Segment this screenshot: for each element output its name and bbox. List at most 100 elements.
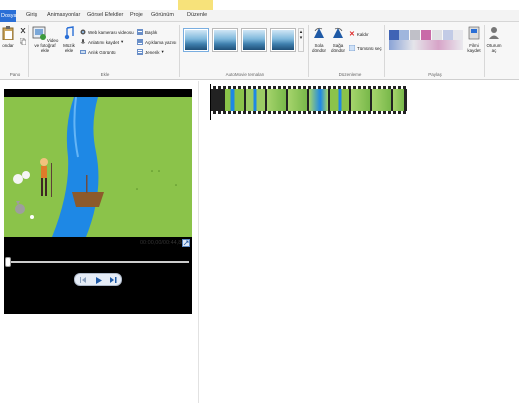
clip-thumbnail xyxy=(267,89,286,111)
webcam-video-button[interactable]: Web kamerası videosu xyxy=(80,29,134,35)
caption-button[interactable]: Açıklama yazısı xyxy=(137,39,177,45)
video-clip[interactable] xyxy=(211,86,407,114)
clip-thumbnail xyxy=(288,89,307,111)
ribbon: ondar Pano Video ve fotoğraf ekle Müzik … xyxy=(0,22,519,80)
group-divider xyxy=(28,25,29,77)
film-add-icon xyxy=(32,26,46,40)
contextual-tab-highlight xyxy=(178,0,213,10)
webcam-video-label: Web kamerası videosu xyxy=(88,29,134,35)
tab-visual-effects[interactable]: Görsel Efektler xyxy=(87,12,123,18)
record-narration-label: Anlatımı kaydet xyxy=(88,39,120,45)
playback-timecode: 00:00,00/00:44,88 xyxy=(140,240,185,246)
share-service-icon[interactable] xyxy=(399,30,409,40)
fullscreen-preview-button[interactable] xyxy=(182,239,190,247)
share-service-icon[interactable] xyxy=(443,30,453,40)
select-all-button[interactable]: Tümünü seç xyxy=(349,45,382,51)
next-frame-button[interactable] xyxy=(109,276,118,284)
previous-frame-button[interactable] xyxy=(79,276,88,284)
title-label: Başlık xyxy=(145,29,158,35)
share-service-icon[interactable] xyxy=(389,30,399,40)
add-music-label: Müzik ekle xyxy=(63,43,75,53)
save-movie-icon xyxy=(468,26,480,40)
snapshot-button[interactable]: Anlık Görüntü xyxy=(80,49,116,55)
remove-button[interactable]: ✕ Kaldır xyxy=(349,30,369,38)
next-frame-icon xyxy=(110,277,117,283)
share-services-gallery[interactable] xyxy=(389,40,463,50)
microphone-icon xyxy=(80,39,86,44)
credits-label: Jenerik xyxy=(145,49,160,55)
record-narration-button[interactable]: Anlatımı kaydet ▾ xyxy=(80,39,123,45)
clip-thumbnail xyxy=(246,89,265,111)
clip-thumbnail xyxy=(351,89,370,111)
cut-icon[interactable] xyxy=(20,28,26,35)
themes-group-label: AutoMovie temaları xyxy=(225,72,265,77)
share-service-icon[interactable] xyxy=(410,30,420,40)
rotate-left-icon xyxy=(314,27,324,38)
rotate-right-icon xyxy=(333,27,343,38)
clip-thumbnail xyxy=(393,89,404,111)
automovie-theme-2[interactable] xyxy=(212,28,238,52)
add-group-label: Ekle xyxy=(100,72,110,77)
themes-gallery-scroll[interactable]: ▴ ▾ xyxy=(298,28,304,52)
previous-frame-icon xyxy=(80,277,86,283)
credits-icon xyxy=(137,49,143,55)
tab-view[interactable]: Görünüm xyxy=(151,12,174,18)
tab-animations[interactable]: Animasyonlar xyxy=(47,12,80,18)
title-icon xyxy=(137,29,143,35)
select-all-label: Tümünü seç xyxy=(357,45,382,51)
chevron-down-icon: ▾ xyxy=(299,35,303,41)
add-video-photo-button[interactable]: Video ve fotoğraf ekle xyxy=(31,26,59,53)
rotate-left-label: Sola döndür xyxy=(311,43,326,53)
play-button[interactable] xyxy=(94,276,103,284)
tab-project[interactable]: Proje xyxy=(130,12,143,18)
theme-thumbnail xyxy=(243,30,265,50)
seek-bar[interactable] xyxy=(6,261,189,263)
copy-icon[interactable] xyxy=(20,38,26,45)
caption-icon xyxy=(137,39,143,45)
clip-thumbnail xyxy=(330,89,349,111)
video-frame xyxy=(4,97,192,237)
user-icon xyxy=(489,27,499,39)
select-all-icon xyxy=(349,45,355,51)
add-video-photo-label: Video ve fotoğraf ekle xyxy=(34,38,59,53)
automovie-theme-4[interactable] xyxy=(270,28,296,52)
title-button[interactable]: Başlık xyxy=(137,29,157,35)
group-divider xyxy=(308,25,309,77)
group-divider xyxy=(484,25,485,77)
paste-label: ondar xyxy=(2,43,14,48)
automovie-theme-3[interactable] xyxy=(241,28,267,52)
share-service-icon[interactable] xyxy=(432,30,442,40)
seek-handle[interactable] xyxy=(5,257,11,267)
rotate-right-button[interactable]: Sağa döndür xyxy=(329,26,347,53)
clip-thumbnail xyxy=(309,89,328,111)
tab-home[interactable]: Giriş xyxy=(26,12,37,18)
paste-button[interactable]: ondar xyxy=(0,26,16,48)
group-divider xyxy=(384,25,385,77)
remove-x-icon: ✕ xyxy=(349,31,355,38)
theme-thumbnail xyxy=(214,30,236,50)
credits-button[interactable]: Jenerik ▾ xyxy=(137,49,164,55)
share-service-icon[interactable] xyxy=(453,30,463,40)
tab-edit[interactable]: Düzenle xyxy=(187,12,207,18)
cartoon-scene-image xyxy=(4,97,192,237)
sign-in-button[interactable]: Oturum aç xyxy=(486,26,502,53)
rotate-left-button[interactable]: Sola döndür xyxy=(310,26,328,53)
add-music-button[interactable]: Müzik ekle xyxy=(61,26,77,53)
share-service-icon[interactable] xyxy=(421,30,431,40)
chevron-down-icon: ▾ xyxy=(161,49,164,54)
chevron-down-icon: ▾ xyxy=(121,39,124,44)
play-icon xyxy=(96,276,102,284)
expand-icon xyxy=(183,240,189,246)
film-sprocket-bottom xyxy=(211,111,407,114)
ribbon-tab-bar: Dosya Giriş Animasyonlar Görsel Efektler… xyxy=(0,10,519,22)
music-note-icon xyxy=(64,26,74,40)
automovie-theme-1[interactable] xyxy=(183,28,209,52)
snapshot-icon xyxy=(80,50,86,54)
group-divider xyxy=(179,25,180,77)
playback-controls xyxy=(74,273,122,286)
movie-maker-window: Dosya Giriş Animasyonlar Görsel Efektler… xyxy=(0,0,519,403)
tab-file[interactable]: Dosya xyxy=(0,10,17,22)
webcam-icon xyxy=(80,29,86,35)
save-movie-label: Filmi kaydet xyxy=(467,43,481,53)
save-movie-button[interactable]: Filmi kaydet xyxy=(466,26,482,53)
